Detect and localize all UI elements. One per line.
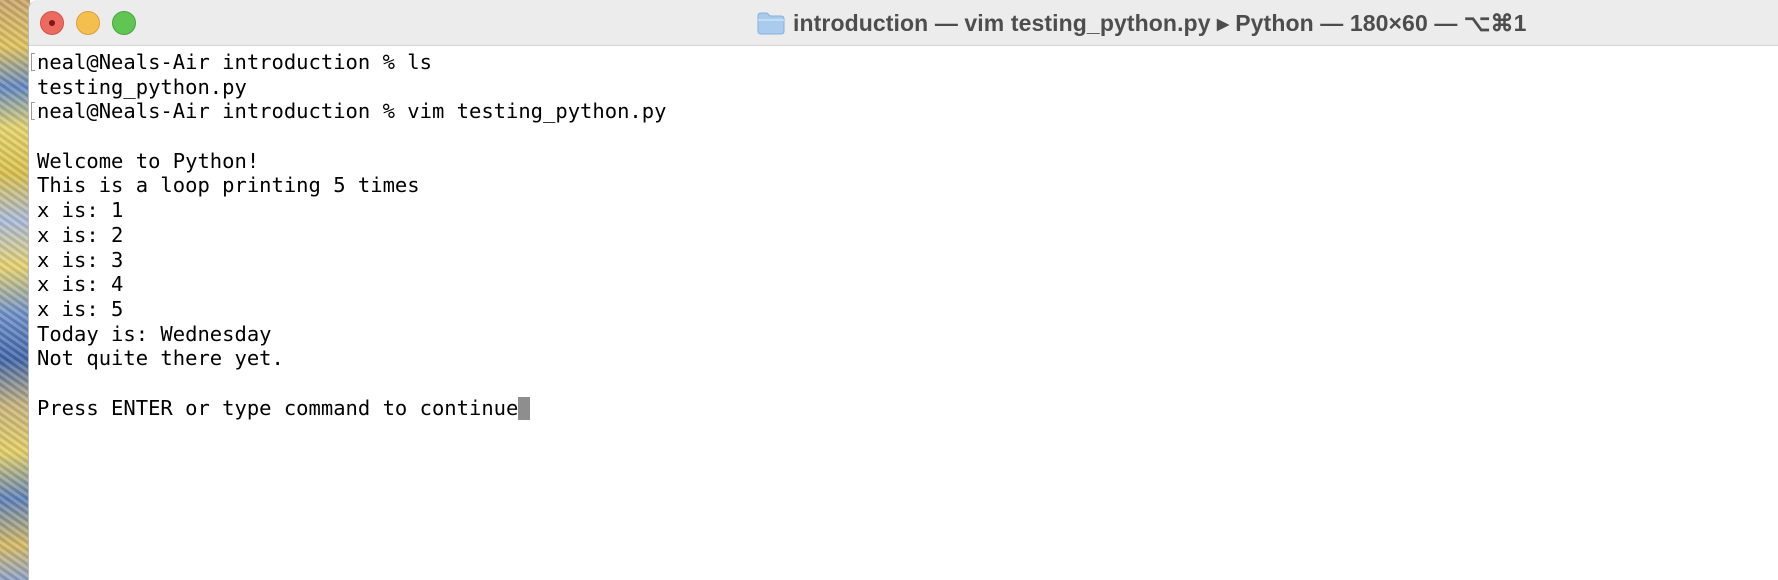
terminal-line: testing_python.py — [37, 75, 1767, 100]
folder-icon — [757, 12, 785, 35]
terminal-line-text: neal@Neals-Air introduction % ls — [37, 50, 432, 74]
terminal-line-text: This is a loop printing 5 times — [37, 173, 420, 198]
terminal-line-text: Not quite there yet. — [37, 346, 284, 371]
terminal-line: x is: 1 — [37, 198, 1767, 223]
terminal-output[interactable]: neal@Neals-Air introduction % ls testing_… — [31, 50, 1767, 570]
window-title-group: introduction — vim testing_python.py ▸ P… — [757, 7, 1527, 39]
desktop: introduction — vim testing_python.py ▸ P… — [0, 0, 1778, 580]
terminal-line-text: x is: 3 — [37, 247, 124, 272]
terminal-line: Press ENTER or type command to continue — [37, 396, 1767, 421]
desktop-wallpaper — [0, 0, 30, 580]
window-title: introduction — vim testing_python.py ▸ P… — [793, 9, 1527, 36]
close-button[interactable] — [40, 11, 64, 35]
terminal-line-text: x is: 5 — [37, 296, 124, 321]
terminal-line: Not quite there yet. — [37, 346, 1767, 371]
terminal-line: x is: 2 — [37, 223, 1767, 248]
terminal-line: Today is: Wednesday — [37, 322, 1767, 347]
terminal-line-text: Welcome to Python! — [37, 148, 260, 173]
prompt-marker — [31, 102, 35, 121]
terminal-line-text: Press ENTER or type command to continue — [37, 395, 519, 420]
terminal-line-text: x is: 4 — [37, 272, 124, 297]
title-bar[interactable]: introduction — vim testing_python.py ▸ P… — [29, 0, 1778, 46]
terminal-line: Welcome to Python! — [37, 149, 1767, 174]
terminal-line-text: x is: 2 — [37, 222, 124, 247]
terminal-line: This is a loop printing 5 times — [37, 173, 1767, 198]
terminal-line: x is: 5 — [37, 297, 1767, 322]
terminal-line-text: testing_python.py — [37, 74, 247, 99]
terminal-cursor — [518, 396, 531, 420]
terminal-line: x is: 4 — [37, 272, 1767, 297]
terminal-line: neal@Neals-Air introduction % vim testin… — [31, 99, 1767, 124]
terminal-line-text: Today is: Wednesday — [37, 321, 272, 346]
terminal-line-text: neal@Neals-Air introduction % vim testin… — [37, 99, 667, 124]
terminal-window[interactable]: introduction — vim testing_python.py ▸ P… — [28, 0, 1778, 580]
terminal-line-text: x is: 1 — [37, 198, 124, 223]
zoom-button[interactable] — [112, 11, 136, 35]
terminal-line: neal@Neals-Air introduction % ls — [31, 50, 1767, 75]
terminal-line: x is: 3 — [37, 248, 1767, 273]
minimize-button[interactable] — [76, 11, 100, 35]
prompt-marker — [31, 53, 35, 71]
